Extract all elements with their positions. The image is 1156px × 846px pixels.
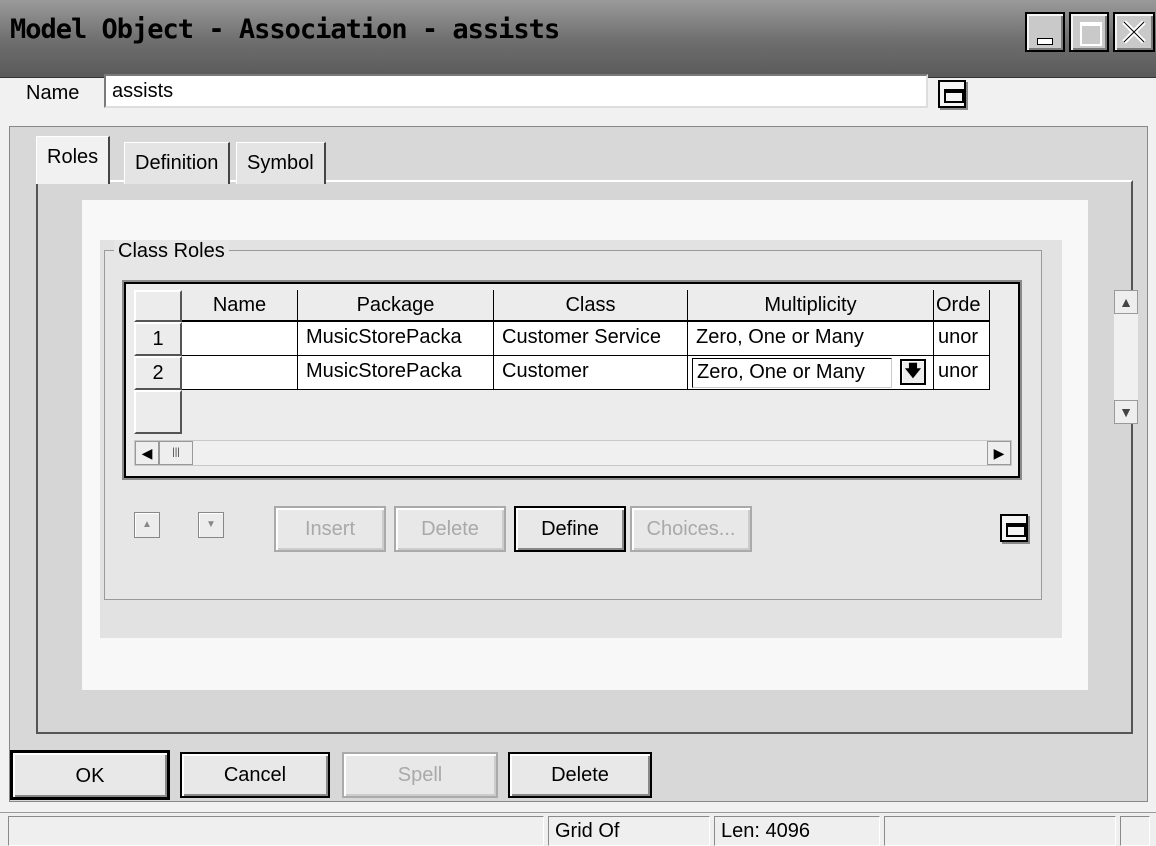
window-title: Model Object - Association - assists (10, 14, 560, 45)
col-header-class[interactable]: Class (494, 290, 688, 322)
cancel-button[interactable]: Cancel (180, 752, 330, 798)
status-panel-length: Len: 4096 (714, 816, 880, 846)
col-header-multiplicity[interactable]: Multiplicity (688, 290, 934, 322)
define-button[interactable]: Define (514, 506, 626, 552)
ok-button[interactable]: OK (10, 750, 170, 800)
name-label: Name (26, 82, 80, 104)
cell-name[interactable] (182, 356, 298, 390)
cell-multiplicity[interactable]: Zero, One or Many (688, 322, 934, 356)
status-panel-main (8, 816, 544, 846)
grid-expand-button[interactable] (1000, 514, 1028, 542)
cell-order[interactable]: unor (934, 322, 990, 356)
insert-button[interactable]: Insert (274, 506, 386, 552)
dropdown-arrow-icon[interactable]: 🡇 (900, 359, 926, 385)
close-button[interactable] (1113, 12, 1155, 52)
spell-button[interactable]: Spell (342, 752, 498, 798)
name-field[interactable] (104, 74, 928, 108)
minimize-button[interactable] (1025, 12, 1065, 52)
cell-name[interactable] (182, 322, 298, 356)
multiplicity-combobox[interactable]: Zero, One or Many 🡇 (688, 356, 934, 390)
cell-package[interactable]: MusicStorePacka (298, 356, 494, 390)
size-grip[interactable] (1120, 816, 1150, 846)
scroll-left-icon[interactable]: ◀ (135, 441, 159, 465)
col-header-order[interactable]: Orde (934, 290, 990, 322)
row-number[interactable]: 2 (134, 356, 182, 390)
minimize-icon (1037, 38, 1053, 45)
cell-order[interactable]: unor (934, 356, 990, 390)
vertical-scrollbar[interactable]: ▲ ▼ (1114, 290, 1138, 424)
scroll-down-icon[interactable]: ▼ (1114, 400, 1138, 424)
move-down-icon[interactable]: ▼ (198, 512, 224, 538)
col-header-name[interactable]: Name (182, 290, 298, 322)
maximize-icon (1080, 22, 1102, 46)
cell-class[interactable]: Customer (494, 356, 688, 390)
status-panel-extra (884, 816, 1116, 846)
horizontal-scrollbar[interactable]: ◀ ||| ▶ (134, 440, 1012, 466)
scroll-up-icon[interactable]: ▲ (1114, 290, 1138, 314)
row-number-empty[interactable] (134, 390, 182, 434)
tab-symbol[interactable]: Symbol (236, 142, 326, 184)
delete-button[interactable]: Delete (508, 752, 652, 798)
status-panel-grid: Grid Of (548, 816, 710, 846)
move-up-icon[interactable]: ▲ (134, 512, 160, 538)
scroll-thumb[interactable]: ||| (159, 441, 193, 465)
name-input[interactable] (106, 76, 926, 106)
name-expand-button[interactable] (938, 80, 966, 108)
multiplicity-combo-value[interactable]: Zero, One or Many (692, 358, 892, 388)
tab-definition[interactable]: Definition (124, 142, 231, 184)
class-roles-title: Class Roles (114, 240, 229, 263)
close-icon (1122, 20, 1146, 44)
class-roles-grid[interactable]: Name Package Class Multiplicity Orde 1 M… (124, 282, 1138, 478)
grid-corner (134, 290, 182, 322)
choices-button[interactable]: Choices... (630, 506, 752, 552)
col-header-package[interactable]: Package (298, 290, 494, 322)
maximize-button[interactable] (1069, 12, 1109, 52)
tab-roles[interactable]: Roles (36, 136, 111, 184)
delete-role-button[interactable]: Delete (394, 506, 506, 552)
cell-package[interactable]: MusicStorePacka (298, 322, 494, 356)
scroll-right-icon[interactable]: ▶ (987, 441, 1011, 465)
cell-class[interactable]: Customer Service (494, 322, 688, 356)
row-number[interactable]: 1 (134, 322, 182, 356)
